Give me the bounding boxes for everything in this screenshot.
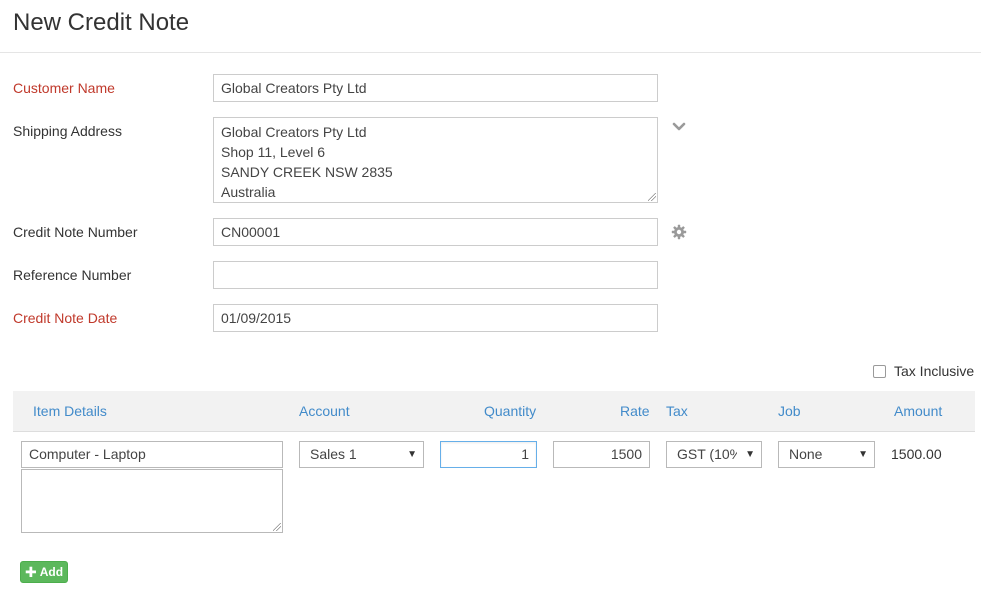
address-line: Australia: [221, 184, 276, 200]
shipping-address-textarea[interactable]: Global Creators Pty Ltd Shop 11, Level 6…: [213, 117, 658, 203]
job-select-value: None: [789, 446, 823, 462]
header-account: Account: [299, 403, 350, 419]
customer-name-input[interactable]: Global Creators Pty Ltd: [213, 74, 658, 102]
credit-note-number-input[interactable]: CN00001: [213, 218, 658, 246]
header-item-details: Item Details: [33, 403, 107, 419]
tax-inclusive-toggle[interactable]: Tax Inclusive: [873, 363, 974, 379]
add-line-button[interactable]: ✚ Add: [20, 561, 68, 583]
customer-name-label: Customer Name: [13, 80, 115, 96]
reference-number-label: Reference Number: [13, 267, 132, 283]
item-description-textarea[interactable]: [21, 469, 283, 533]
add-line-label: Add: [39, 565, 64, 579]
gear-icon[interactable]: [671, 224, 687, 240]
caret-down-icon: ▼: [743, 446, 755, 463]
credit-note-date-label: Credit Note Date: [13, 310, 118, 326]
plus-icon: ✚: [24, 564, 37, 580]
caret-down-icon: ▼: [858, 449, 868, 460]
job-select[interactable]: None ▼: [778, 441, 875, 468]
account-select-value: Sales 1: [310, 446, 357, 462]
page-title: New Credit Note: [13, 9, 190, 36]
shipping-address-label: Shipping Address: [13, 123, 122, 139]
title-divider: [0, 52, 981, 53]
quantity-input[interactable]: 1: [440, 441, 537, 468]
reference-number-input[interactable]: [213, 261, 658, 289]
address-line: Global Creators Pty Ltd: [221, 124, 367, 140]
tax-select[interactable]: GST (10%) ▼: [666, 441, 762, 468]
caret-down-icon: ▼: [407, 449, 417, 460]
header-job: Job: [778, 403, 801, 419]
address-line: Shop 11, Level 6: [221, 144, 326, 160]
line-items-header: Item Details Account Quantity Rate Tax J…: [13, 391, 975, 432]
line-amount: 1500.00: [891, 446, 942, 462]
address-line: SANDY CREEK NSW 2835: [221, 164, 393, 180]
header-tax: Tax: [666, 403, 688, 419]
chevron-down-icon[interactable]: [671, 120, 687, 136]
resize-handle[interactable]: [273, 523, 281, 531]
item-details-input[interactable]: Computer - Laptop: [21, 441, 283, 468]
tax-select-value: GST (10%): [677, 446, 737, 462]
header-amount: Amount: [894, 403, 943, 419]
account-select[interactable]: Sales 1 ▼: [299, 441, 424, 468]
tax-inclusive-label: Tax Inclusive: [894, 363, 975, 379]
resize-handle[interactable]: [648, 193, 656, 201]
tax-inclusive-checkbox[interactable]: [873, 364, 886, 378]
header-quantity: Quantity: [484, 403, 537, 419]
credit-note-date-input[interactable]: 01/09/2015: [213, 304, 658, 332]
header-rate: Rate: [620, 403, 650, 419]
credit-note-number-label: Credit Note Number: [13, 224, 138, 240]
rate-input[interactable]: 1500: [553, 441, 650, 468]
